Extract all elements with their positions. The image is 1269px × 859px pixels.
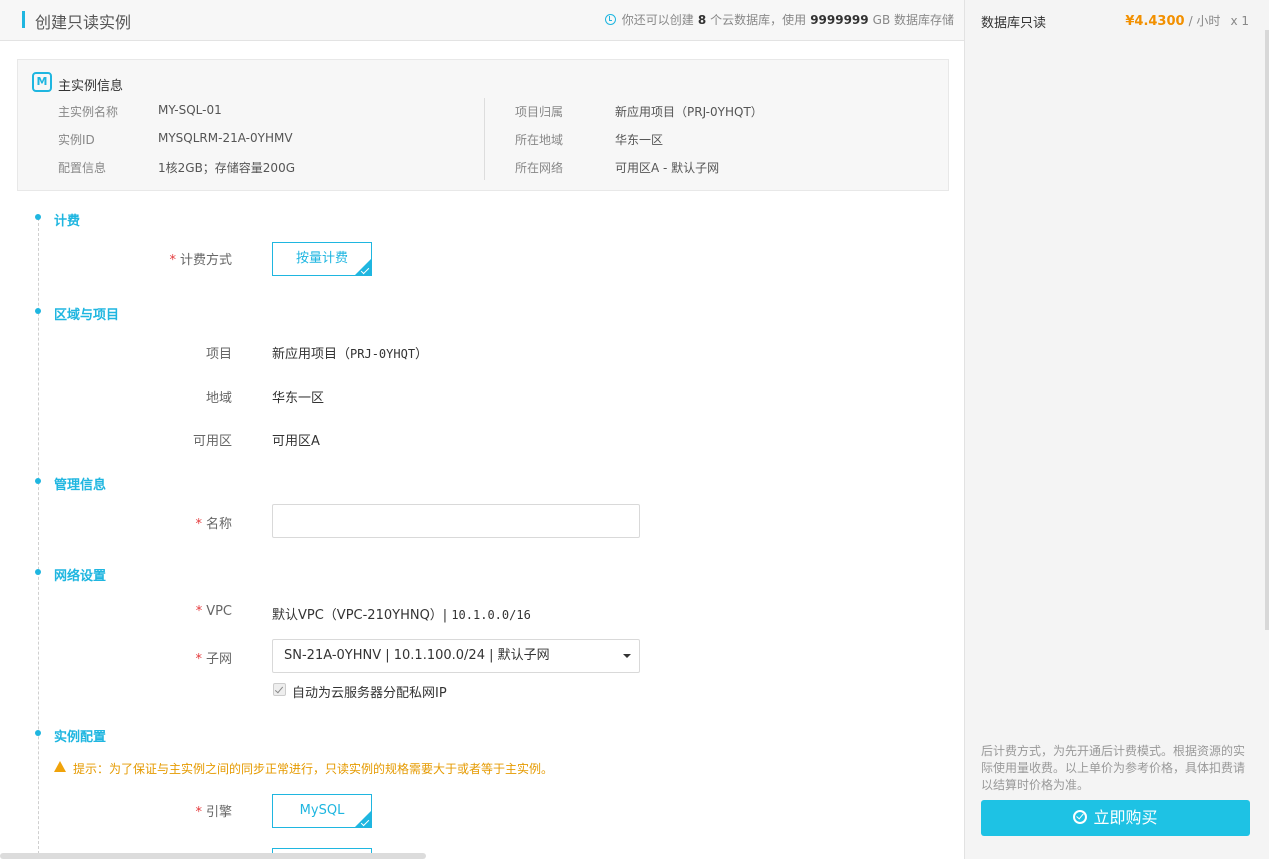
horizontal-scrollbar[interactable] <box>0 853 426 859</box>
master-project-label: 项目归属 <box>515 105 564 119</box>
master-instance-panel: M 主实例信息 主实例名称 MY-SQL-01 实例ID MYSQLRM-21A… <box>17 59 949 191</box>
master-name-value: MY-SQL-01 <box>158 103 222 117</box>
required-mark: * <box>195 805 202 820</box>
caret-down-icon <box>623 654 631 658</box>
master-row-network: 所在网络 可用区A - 默认子网 <box>515 159 763 187</box>
required-mark: * <box>195 517 202 532</box>
billing-option-pay-as-you-go[interactable]: 按量计费 <box>272 242 372 276</box>
vpc-label: * VPC <box>195 604 232 619</box>
auto-ip-label[interactable]: 自动为云服务器分配私网IP <box>292 682 447 701</box>
quota-storage: 9999999 <box>810 12 869 27</box>
price-value: ¥4.4300 <box>1125 14 1185 29</box>
form-timeline <box>38 218 39 859</box>
section-title-region: 区域与项目 <box>54 308 120 323</box>
name-input[interactable] <box>272 504 640 538</box>
master-config-value: 1核2GB；存储容量200G <box>158 161 296 175</box>
zone-label: 可用区 <box>192 434 232 449</box>
master-name-label: 主实例名称 <box>58 105 119 119</box>
master-row-name: 主实例名称 MY-SQL-01 <box>58 103 295 131</box>
master-network-label: 所在网络 <box>515 161 564 175</box>
master-row-project: 项目归属 新应用项目（PRJ-0YHQT） <box>515 103 763 131</box>
main-form-panel: 创建只读实例 你还可以创建 8 个云数据库，使用 9999999 GB 数据库存… <box>0 0 965 859</box>
confirm-icon <box>1073 810 1088 824</box>
buy-now-label: 立即购买 <box>1093 808 1158 827</box>
master-config-label: 配置信息 <box>58 161 107 175</box>
master-info-right: 项目归属 新应用项目（PRJ-0YHQT） 所在地域 华东一区 所在网络 可用区… <box>515 103 763 187</box>
master-network-value: 可用区A - 默认子网 <box>615 161 720 175</box>
master-region-value: 华东一区 <box>615 133 664 147</box>
vertical-scrollbar[interactable] <box>1265 30 1269 630</box>
master-row-region: 所在地域 华东一区 <box>515 131 763 159</box>
vpc-value: 默认VPC（VPC-210YHNQ）| 10.1.0.0/16 <box>272 608 531 623</box>
required-mark: * <box>169 253 176 268</box>
column-divider <box>484 98 485 180</box>
spec-warning-text: 提示：为了保证与主实例之间的同步正常进行，只读实例的规格需要大于或者等于主实例。 <box>73 762 554 776</box>
section-title-instance: 实例配置 <box>54 730 107 745</box>
region-label: 地域 <box>205 391 232 406</box>
master-id-label: 实例ID <box>58 133 95 147</box>
master-info-left: 主实例名称 MY-SQL-01 实例ID MYSQLRM-21A-0YHMV 配… <box>58 103 295 187</box>
subnet-selected-value: SN-21A-0YHNV | 10.1.100.0/24 | 默认子网 <box>284 648 550 663</box>
summary-product-title: 数据库只读 <box>981 16 1047 31</box>
page-title: 创建只读实例 <box>35 13 132 32</box>
master-panel-title: 主实例信息 <box>58 79 124 94</box>
price-row: ¥4.4300 / 小时 x 1 <box>1125 12 1249 29</box>
order-summary-panel: 数据库只读 ¥4.4300 / 小时 x 1 后计费方式，为先开通后计费模式。根… <box>966 0 1269 859</box>
quota-middle: 个云数据库，使用 <box>710 13 807 27</box>
quota-count: 8 <box>697 12 707 27</box>
page-header: 创建只读实例 你还可以创建 8 个云数据库，使用 9999999 GB 数据库存… <box>0 0 964 41</box>
master-project-value: 新应用项目（PRJ-0YHQT） <box>615 105 763 119</box>
master-region-label: 所在地域 <box>515 133 564 147</box>
database-icon: M <box>32 72 52 92</box>
subnet-label: * 子网 <box>195 652 232 667</box>
billing-option-label: 按量计费 <box>295 251 348 266</box>
master-id-value: MYSQLRM-21A-0YHMV <box>158 131 293 145</box>
section-dot-network <box>35 569 41 575</box>
section-title-management: 管理信息 <box>54 478 107 493</box>
section-dot-instance <box>35 730 41 736</box>
engine-option-label: MySQL <box>299 803 345 818</box>
zone-value: 可用区A <box>272 434 320 449</box>
quota-prefix: 你还可以创建 <box>621 13 694 27</box>
name-label: * 名称 <box>195 517 232 532</box>
clock-icon <box>604 14 616 25</box>
subnet-select[interactable]: SN-21A-0YHNV | 10.1.100.0/24 | 默认子网 <box>272 639 640 673</box>
section-title-billing: 计费 <box>54 214 81 229</box>
engine-label: * 引擎 <box>195 805 232 820</box>
title-accent-bar <box>22 11 25 28</box>
quantity: x 1 <box>1230 14 1249 28</box>
section-dot-region <box>35 308 41 314</box>
engine-option-mysql[interactable]: MySQL <box>272 794 372 828</box>
master-row-config: 配置信息 1核2GB；存储容量200G <box>58 159 295 187</box>
project-label: 项目 <box>205 347 232 362</box>
quota-suffix: GB 数据库存储 <box>872 13 954 27</box>
billing-method-label: * 计费方式 <box>169 253 232 268</box>
region-value: 华东一区 <box>272 391 325 406</box>
quota-info: 你还可以创建 8 个云数据库，使用 9999999 GB 数据库存储 <box>604 11 954 28</box>
buy-now-button[interactable]: 立即购买 <box>981 800 1250 836</box>
project-value: 新应用项目（PRJ-0YHQT） <box>272 347 429 362</box>
auto-ip-checkbox[interactable] <box>273 683 286 696</box>
section-dot-management <box>35 478 41 484</box>
section-title-network: 网络设置 <box>54 569 107 584</box>
master-row-id: 实例ID MYSQLRM-21A-0YHMV <box>58 131 295 159</box>
required-mark: * <box>195 652 202 667</box>
price-unit: / 小时 <box>1188 14 1221 28</box>
section-dot-billing <box>35 214 41 220</box>
billing-note: 后计费方式，为先开通后计费模式。根据资源的实际使用量收费。以上单价为参考价格，具… <box>981 744 1246 792</box>
required-mark: * <box>195 604 203 619</box>
warning-icon <box>54 761 66 772</box>
